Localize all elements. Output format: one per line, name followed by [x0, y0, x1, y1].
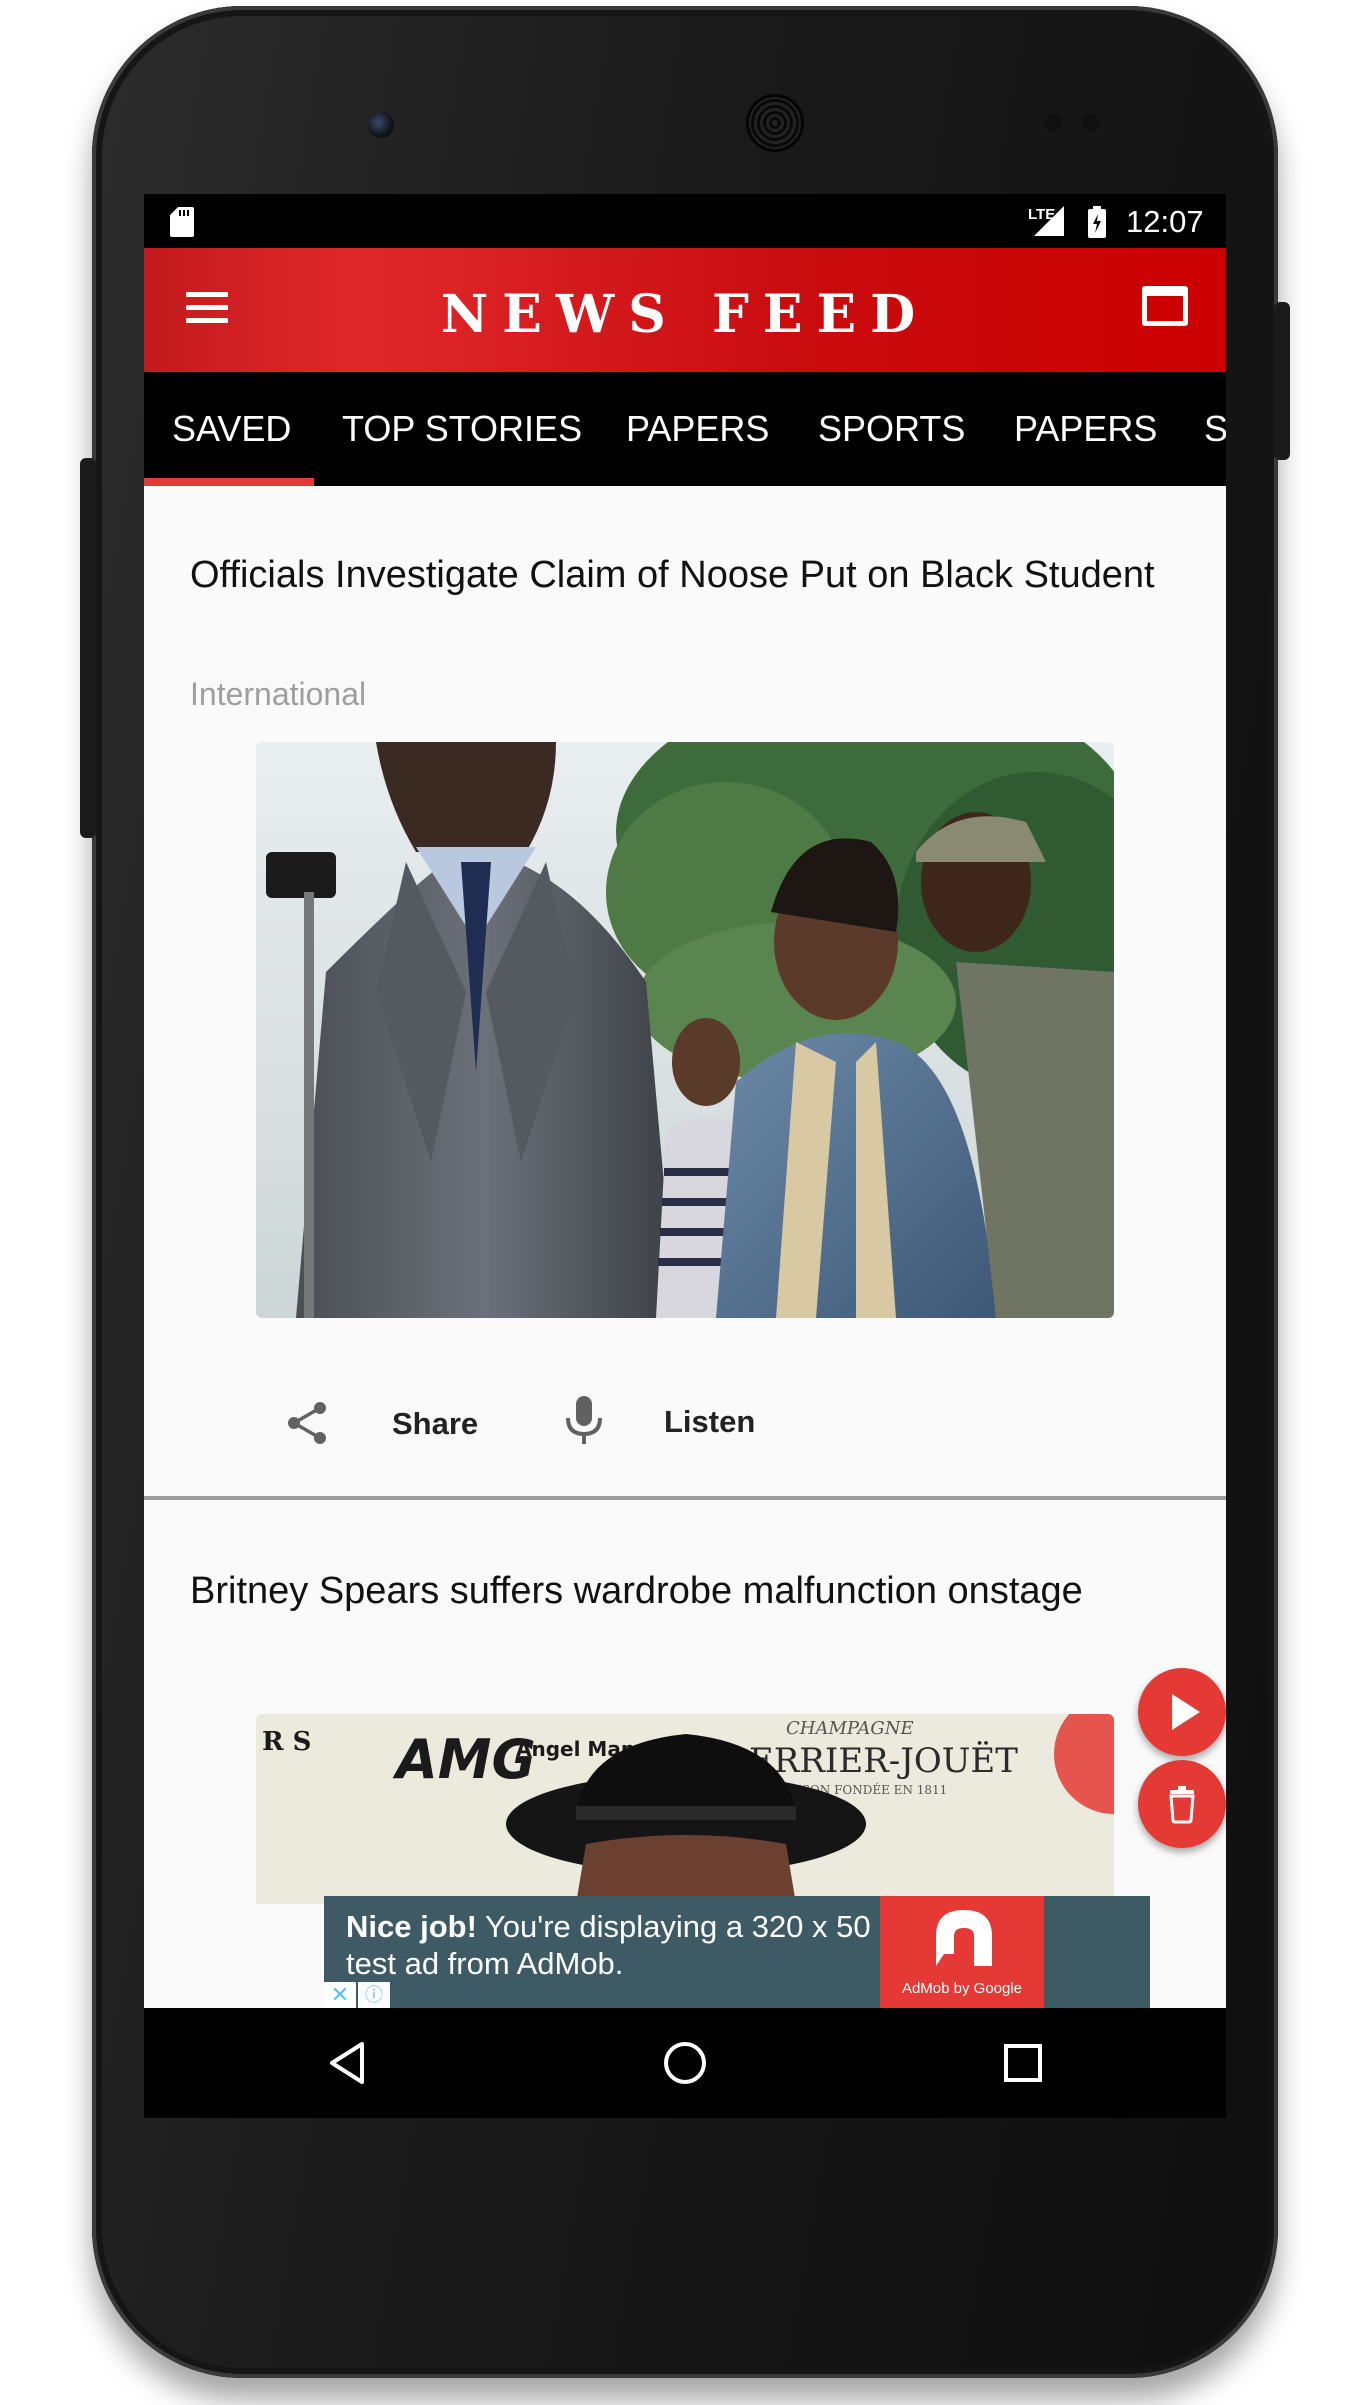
tab-saved[interactable]: SAVED — [172, 372, 291, 486]
play-button[interactable] — [1138, 1668, 1226, 1756]
battery-icon — [1088, 206, 1106, 238]
ad-lead: Nice job! — [346, 1909, 477, 1944]
app-bar: NEWS FEED — [144, 248, 1226, 372]
proximity-sensor — [1044, 114, 1062, 132]
mic-icon[interactable] — [564, 1396, 604, 1446]
listen-button[interactable]: Listen — [664, 1404, 755, 1440]
delete-button[interactable] — [1138, 1760, 1226, 1848]
article-photo[interactable]: R S AMG Angel Mana CHAMPAGNE PERRIER-JOU… — [256, 1714, 1114, 1904]
ad-close-button[interactable]: ✕ — [324, 1982, 356, 2008]
home-icon[interactable] — [660, 2038, 710, 2088]
window-icon[interactable] — [1142, 286, 1188, 326]
tab-partial[interactable]: S — [1204, 372, 1226, 486]
share-button[interactable]: Share — [392, 1406, 478, 1442]
article-card[interactable]: Officials Investigate Claim of Noose Put… — [144, 486, 1226, 1494]
play-icon — [1172, 1694, 1200, 1730]
tab-sports[interactable]: SPORTS — [818, 372, 965, 486]
admob-logo[interactable]: AdMob by Google — [880, 1896, 1044, 2008]
app-title: NEWS FEED — [440, 284, 930, 345]
tab-top-stories[interactable]: TOP STORIES — [342, 372, 582, 486]
clock: 12:07 — [1126, 204, 1204, 239]
article-category: International — [190, 676, 367, 712]
trash-icon — [1169, 1786, 1195, 1824]
ad-banner[interactable]: Nice job! You're displaying a 320 x 50 t… — [324, 1896, 1150, 2008]
article-photo[interactable] — [256, 742, 1114, 1318]
sd-card-icon — [170, 207, 194, 237]
photo-text-partial: R S — [262, 1727, 311, 1757]
tab-bar: SAVED TOP STORIES PAPERS SPORTS PAPERS S — [144, 372, 1226, 486]
volume-button — [80, 458, 96, 838]
share-icon[interactable] — [284, 1400, 330, 1446]
navigation-bar — [144, 2008, 1226, 2118]
ad-info-button[interactable]: ⓘ — [358, 1982, 390, 2008]
photo-text-amg: AMG — [392, 1728, 536, 1791]
front-camera — [368, 112, 394, 138]
admob-icon — [936, 1910, 992, 1966]
back-icon[interactable] — [324, 2038, 374, 2088]
status-bar: LTE 12:07 — [144, 194, 1226, 248]
tab-papers-2[interactable]: PAPERS — [1014, 372, 1157, 486]
light-sensor — [1082, 114, 1100, 132]
article-title[interactable]: Britney Spears suffers wardrobe malfunct… — [190, 1568, 1180, 1615]
ad-text: Nice job! You're displaying a 320 x 50 t… — [346, 1908, 886, 1982]
photo-text-script: CHAMPAGNE — [786, 1718, 914, 1739]
signal-icon — [1034, 206, 1064, 236]
power-button — [1274, 302, 1290, 460]
screen: LTE 12:07 NEWS FEED SAVED TOP STORIES PA… — [144, 194, 1226, 2118]
tab-papers[interactable]: PAPERS — [626, 372, 769, 486]
active-tab-indicator — [144, 478, 314, 486]
recents-icon[interactable] — [998, 2038, 1048, 2088]
admob-label: AdMob by Google — [901, 1980, 1023, 1997]
article-title[interactable]: Officials Investigate Claim of Noose Put… — [190, 552, 1180, 599]
earpiece-speaker — [746, 94, 804, 152]
